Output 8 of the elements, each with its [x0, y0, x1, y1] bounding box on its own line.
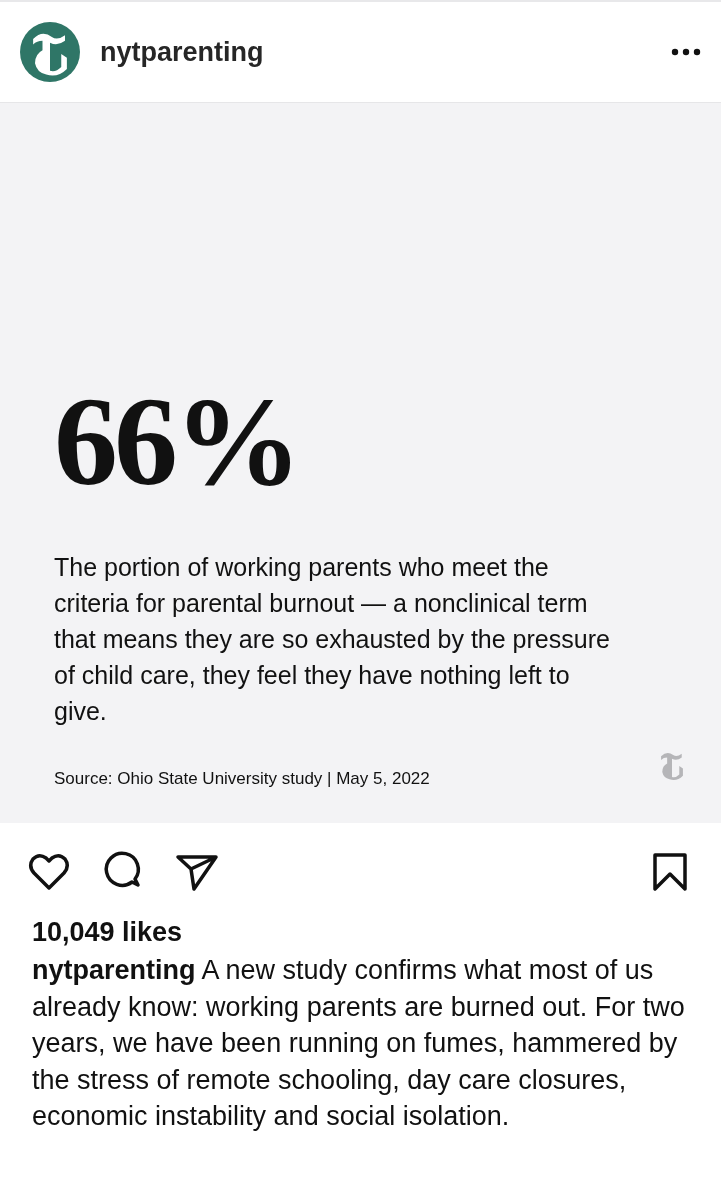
source-note: Source: Ohio State University study | May 5, 2022 [54, 769, 430, 789]
more-options-icon[interactable] [671, 48, 701, 56]
avatar-logo-icon[interactable] [20, 22, 80, 82]
caption-text: nytparenting A new study confirms what most of us already know: working parents are burned out. For two years, we have been running on fumes, hammered by the stress of remote schooling, day care closures, economic instability and social isolation. [32, 954, 686, 1133]
username[interactable]: nytparenting [100, 36, 671, 68]
statistic-number: 66% [54, 377, 298, 505]
likes-count[interactable]: 10,049 likes [32, 917, 183, 948]
statistic-description: The portion of working parents who meet the criteria for parental burnout — a nonclinical term that means they are so exhausted by the pressure of child care, they feel they have nothing left to give. [54, 552, 611, 727]
